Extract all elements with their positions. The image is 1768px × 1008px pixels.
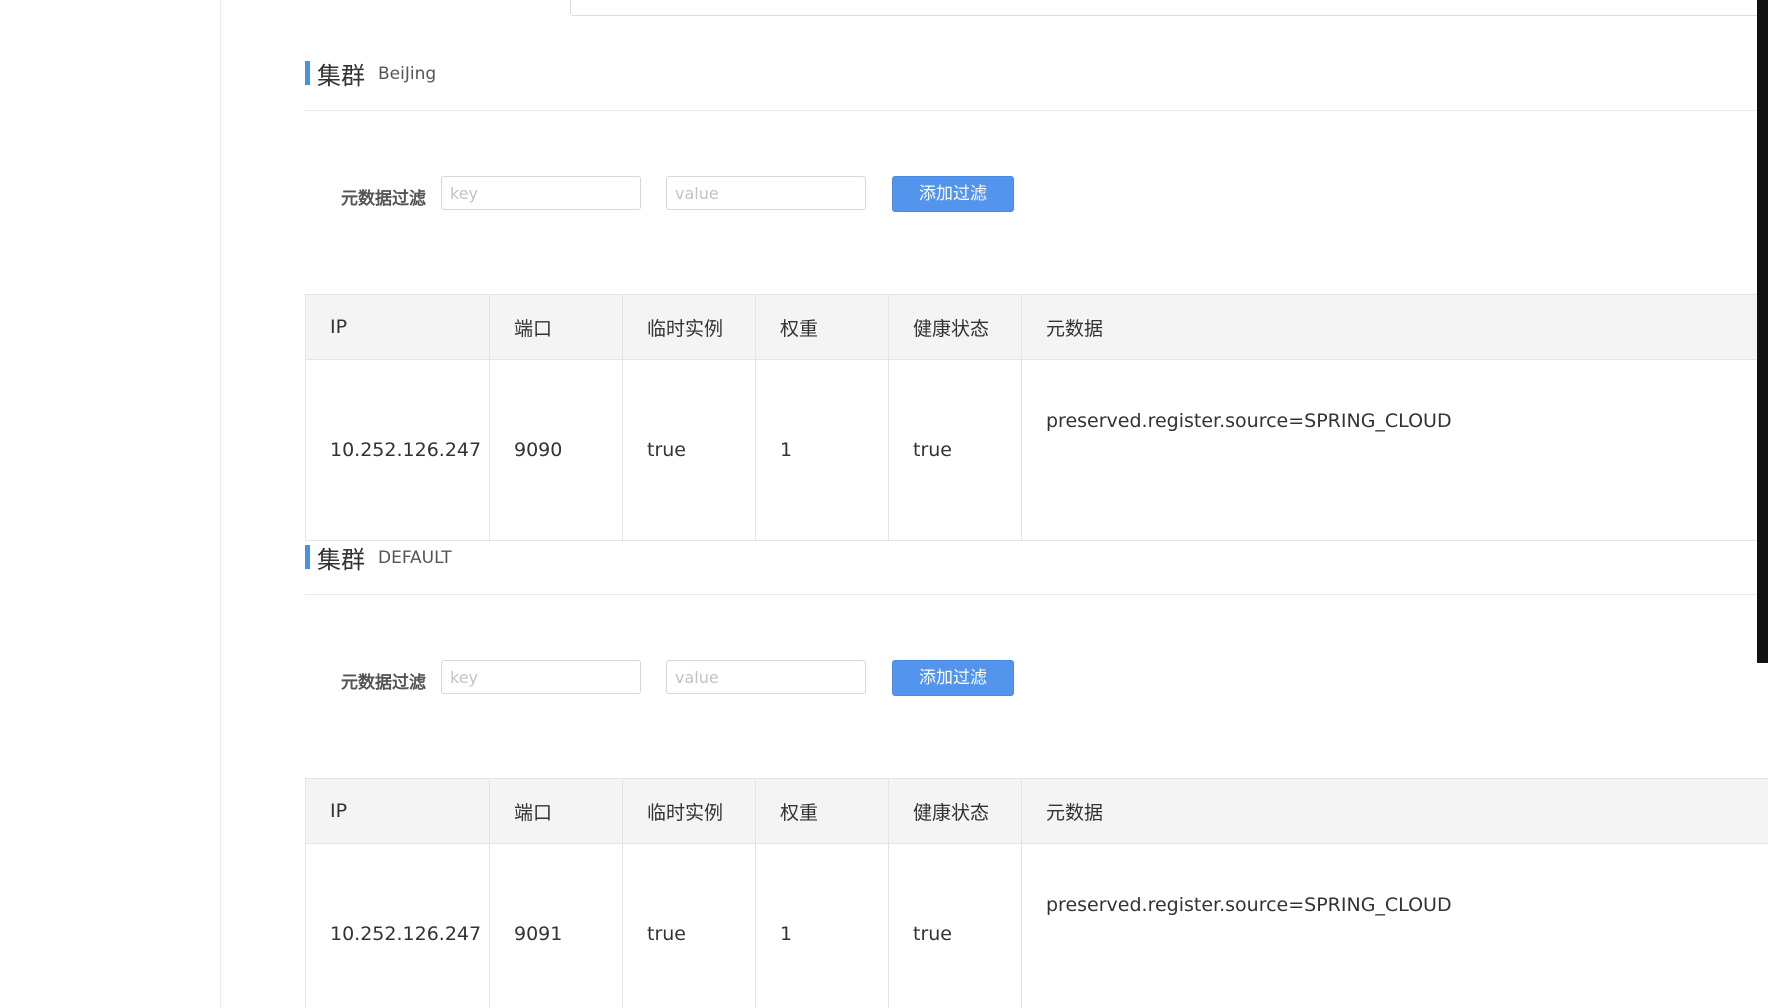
cell-healthy: true: [888, 359, 1022, 541]
column-header-ip: IP: [305, 778, 490, 844]
cluster-header: 集群 DEFAULT: [305, 538, 1768, 574]
column-header-healthy: 健康状态: [888, 294, 1022, 360]
cell-weight: 1: [755, 359, 889, 541]
cluster-title: 集群: [317, 546, 365, 574]
column-header-weight: 权重: [755, 294, 889, 360]
column-header-metadata: 元数据: [1021, 294, 1768, 360]
divider: [305, 594, 1768, 595]
cluster-name: BeiJing: [378, 64, 437, 84]
column-header-metadata: 元数据: [1021, 778, 1768, 844]
metadata-filter-label: 元数据过滤: [341, 189, 426, 209]
cluster-accent-bar: [305, 61, 310, 85]
column-header-port: 端口: [489, 778, 623, 844]
filter-key-input[interactable]: [441, 176, 641, 210]
column-header-ephemeral: 临时实例: [622, 778, 756, 844]
add-filter-button[interactable]: 添加过滤: [892, 176, 1014, 212]
top-field-input[interactable]: [570, 0, 1768, 16]
service-detail-main: 集群 BeiJing 元数据过滤 添加过滤 IP 端口 临时实例 权重 健康状态: [221, 0, 1768, 1008]
add-filter-button[interactable]: 添加过滤: [892, 660, 1014, 696]
cell-port: 9091: [489, 843, 623, 1008]
cell-port: 9090: [489, 359, 623, 541]
cluster-name: DEFAULT: [378, 548, 452, 568]
column-header-weight: 权重: [755, 778, 889, 844]
left-sidebar: [0, 0, 221, 1008]
cell-ip: 10.252.126.247: [305, 843, 490, 1008]
cell-ephemeral: true: [622, 843, 756, 1008]
metadata-filter-row: 元数据过滤 添加过滤: [305, 174, 1205, 214]
cell-metadata: preserved.register.source=SPRING_CLOUD: [1021, 843, 1768, 1008]
cluster-header: 集群 BeiJing: [305, 54, 1768, 90]
column-header-ip: IP: [305, 294, 490, 360]
metadata-filter-label: 元数据过滤: [341, 673, 426, 693]
filter-value-input[interactable]: [666, 176, 866, 210]
cell-weight: 1: [755, 843, 889, 1008]
cluster-title: 集群: [317, 62, 365, 90]
column-header-port: 端口: [489, 294, 623, 360]
filter-key-input[interactable]: [441, 660, 641, 694]
cell-ephemeral: true: [622, 359, 756, 541]
metadata-filter-row: 元数据过滤 添加过滤: [305, 658, 1205, 698]
column-header-ephemeral: 临时实例: [622, 294, 756, 360]
vertical-scrollbar[interactable]: [1757, 0, 1768, 663]
cell-healthy: true: [888, 843, 1022, 1008]
cluster-section: 集群 DEFAULT 元数据过滤 添加过滤 IP 端口 临时实例 权重 健康状态: [305, 538, 1768, 1008]
cell-ip: 10.252.126.247: [305, 359, 490, 541]
table-row: 10.252.126.247 9090 true 1 true preserve…: [305, 359, 1768, 541]
divider: [305, 110, 1768, 111]
instance-table: IP 端口 临时实例 权重 健康状态 元数据 10.252.126.247 90…: [305, 294, 1768, 541]
cluster-section: 集群 BeiJing 元数据过滤 添加过滤 IP 端口 临时实例 权重 健康状态: [305, 54, 1768, 541]
filter-value-input[interactable]: [666, 660, 866, 694]
table-row: 10.252.126.247 9091 true 1 true preserve…: [305, 843, 1768, 1008]
instance-table: IP 端口 临时实例 权重 健康状态 元数据 10.252.126.247 90…: [305, 778, 1768, 1008]
cell-metadata: preserved.register.source=SPRING_CLOUD: [1021, 359, 1768, 541]
cluster-accent-bar: [305, 545, 310, 569]
table-header-row: IP 端口 临时实例 权重 健康状态 元数据: [305, 294, 1768, 360]
column-header-healthy: 健康状态: [888, 778, 1022, 844]
table-header-row: IP 端口 临时实例 权重 健康状态 元数据: [305, 778, 1768, 844]
